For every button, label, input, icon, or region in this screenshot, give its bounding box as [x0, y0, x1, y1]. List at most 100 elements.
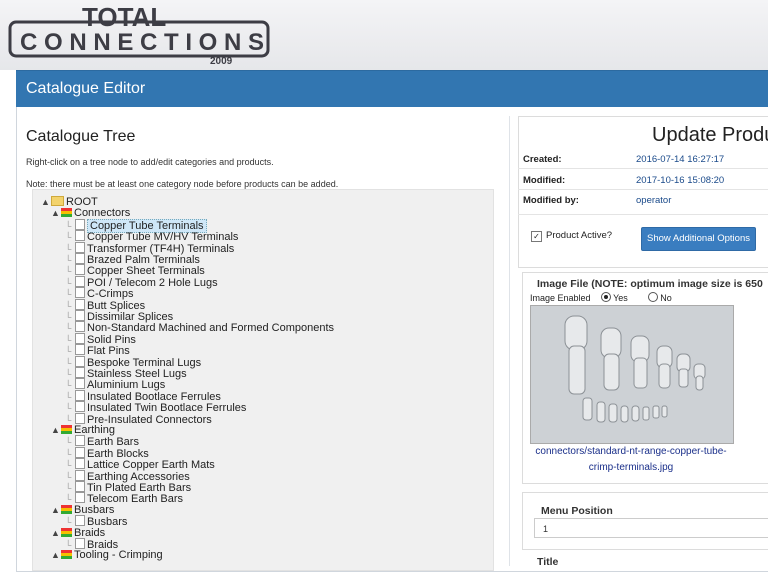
divider [518, 189, 768, 190]
tree-item[interactable]: └ Insulated Bootlace Ferrules [65, 389, 221, 403]
tree-node-label: Braids [74, 526, 106, 539]
page-icon [75, 481, 85, 492]
tree-item[interactable]: └ Pre-Insulated Connectors [65, 412, 212, 426]
tree-item[interactable]: └ Insulated Twin Bootlace Ferrules [65, 401, 246, 414]
expand-icon[interactable]: ▲ [51, 527, 61, 539]
tree-node-root[interactable]: ▲ ROOT [41, 196, 98, 208]
tree-item[interactable]: └ Telecom Earth Bars [65, 492, 183, 505]
tree-item[interactable]: └ Copper Tube MV/HV Terminals [65, 230, 238, 243]
column-divider [509, 116, 510, 566]
tree-item[interactable]: └ Copper Sheet Terminals [65, 264, 205, 277]
site-header: TOTAL CONNECTIONS 2009 [0, 0, 768, 70]
tree-item[interactable]: └ Stainless Steel Lugs [65, 367, 187, 380]
created-label: Created: [523, 154, 562, 165]
tree-node-label: ROOT [66, 196, 98, 208]
tree-category[interactable]: ▲ Tooling - Crimping [51, 549, 163, 561]
page-icon [75, 412, 85, 424]
tree-item[interactable]: └ Brazed Palm Terminals [65, 253, 200, 266]
tree-node-label: Tooling - Crimping [74, 549, 163, 562]
tree-item[interactable]: └ Non-Standard Machined and Formed Compon… [65, 321, 334, 334]
tree-category[interactable]: ▲ Braids [51, 527, 105, 539]
page-icon [75, 446, 85, 458]
page-icon [75, 344, 85, 356]
tree-item[interactable]: └ Solid Pins [65, 332, 136, 346]
page-icon [75, 310, 85, 321]
catalogue-tree[interactable]: ▲ ROOT ▲ Connectors └ Copper Tube Terminals └ C… [32, 189, 494, 571]
expand-icon[interactable]: ▲ [51, 207, 61, 219]
page-icon [75, 401, 85, 413]
tree-item[interactable]: └ POI / Telecom 2 Hole Lugs [65, 275, 218, 289]
tree-item[interactable]: └ Dissimilar Splices [65, 310, 173, 323]
page-icon [75, 538, 85, 549]
page-icon [75, 378, 85, 390]
update-product-title: Update Product [652, 124, 768, 146]
yes-label: Yes [613, 293, 628, 303]
category-icon [61, 550, 72, 560]
expand-icon[interactable]: ▲ [51, 424, 61, 436]
created-value: 2016-07-14 16:27:17 [636, 154, 725, 165]
no-label: No [660, 293, 672, 303]
product-active-label: Product Active? [546, 230, 613, 241]
page-icon [75, 218, 85, 230]
tree-node-label: Connectors [74, 207, 131, 220]
page-icon [75, 287, 85, 299]
tree-title: Catalogue Tree [26, 128, 136, 145]
image-enabled-no-radio[interactable] [648, 292, 659, 302]
image-file-link[interactable]: connectors/standard-nt-range-copper-tube… [530, 444, 732, 476]
logo-line2: CONNECTIONS [20, 29, 264, 56]
page-icon [75, 367, 85, 378]
tree-category[interactable]: ▲ Earthing [51, 424, 115, 436]
tree-item[interactable]: └ C-Crimps [65, 287, 133, 300]
image-enabled-yes-radio[interactable] [601, 292, 612, 302]
tree-item[interactable]: └ Earth Blocks [65, 446, 149, 460]
tree-category[interactable]: ▲ Connectors [51, 207, 130, 219]
tree-item[interactable]: └ Copper Tube Terminals [65, 218, 207, 233]
modified-label: Modified: [523, 175, 566, 186]
tree-item[interactable]: └ Busbars [65, 515, 127, 528]
tree-node-label: Earthing [74, 424, 115, 436]
category-icon [61, 208, 72, 218]
tree-item[interactable]: └ Transformer (TF4H) Terminals [65, 241, 234, 255]
expand-icon[interactable]: ▲ [51, 504, 61, 516]
tree-item[interactable]: └ Aluminium Lugs [65, 378, 165, 391]
page-icon [75, 230, 85, 242]
tree-item[interactable]: └ Lattice Copper Earth Mats [65, 458, 215, 471]
logo-year: 2009 [210, 56, 233, 66]
tree-item[interactable]: └ Butt Splices [65, 298, 145, 312]
page-icon [75, 253, 85, 264]
product-active-checkbox[interactable]: ✓ [531, 231, 542, 242]
tree-item[interactable]: └ Earthing Accessories [65, 469, 190, 483]
company-logo: TOTAL CONNECTIONS 2009 [8, 2, 270, 66]
page-icon [75, 435, 85, 447]
logo-line1: TOTAL [82, 2, 166, 32]
divider [518, 168, 768, 169]
tree-category[interactable]: ▲ Busbars [51, 504, 114, 516]
page-icon [75, 298, 85, 310]
page-icon [75, 321, 85, 333]
page-icon [75, 492, 85, 504]
page-icon [75, 275, 85, 287]
tree-item[interactable]: └ Tin Plated Earth Bars [65, 481, 191, 494]
tree-node-label: Busbars [74, 503, 115, 516]
expand-icon[interactable]: ▲ [51, 549, 61, 561]
tree-item[interactable]: └ Bespoke Terminal Lugs [65, 355, 201, 369]
image-enabled-row: Image Enabled Yes No [530, 292, 672, 303]
image-file-heading: Image File (NOTE: optimum image size is … [537, 278, 763, 290]
tree-item[interactable]: └ Braids [65, 538, 118, 551]
modified-by-value: operator [636, 195, 672, 206]
show-additional-options-button[interactable]: Show Additional Options [641, 227, 756, 251]
page-icon [75, 355, 85, 367]
page-icon [75, 515, 85, 527]
modified-value: 2017-10-16 15:08:20 [636, 175, 725, 186]
product-active-row: ✓ Product Active? [531, 230, 612, 242]
product-photo [530, 305, 734, 444]
menu-position-input[interactable]: 1 [534, 518, 768, 538]
page-icon [75, 264, 85, 276]
category-icon [61, 425, 72, 434]
modified-by-label: Modified by: [523, 195, 579, 206]
page-icon [75, 469, 85, 481]
tree-item[interactable]: └ Flat Pins [65, 344, 130, 357]
expand-icon[interactable]: ▲ [41, 196, 51, 208]
tree-item[interactable]: └ Earth Bars [65, 435, 139, 448]
page-title: Catalogue Editor [26, 80, 146, 97]
